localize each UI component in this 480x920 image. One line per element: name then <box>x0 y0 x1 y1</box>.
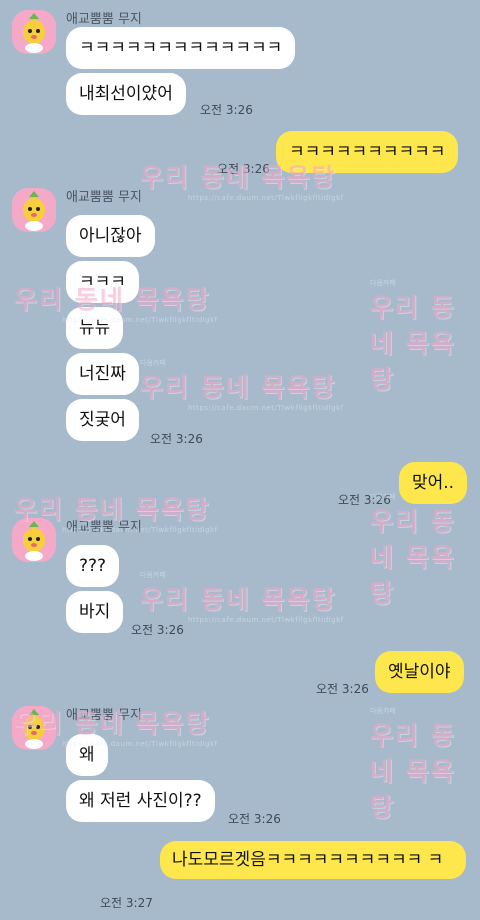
message-timestamp: 오전 3:26 <box>338 493 391 507</box>
sender-avatar[interactable] <box>12 518 56 562</box>
chat-area: 애교뿜뿜 무지 ㅋㅋㅋㅋㅋㅋㅋㅋㅋㅋㅋㅋㅋ 내최선이얐어 오전 3:26 ㅋㅋㅋ… <box>0 0 480 920</box>
message-bubble[interactable]: 아니잖아 <box>66 215 155 257</box>
message-timestamp: 오전 3:26 <box>316 682 369 696</box>
message-timestamp: 오전 3:27 <box>100 896 153 910</box>
watermark-title: 우리 동네 목욕탕 <box>140 373 337 402</box>
sender-name: 애교뿜뿜 무지 <box>66 190 142 205</box>
watermark-title: 우리 동네 목욕탕 <box>140 585 337 614</box>
message-timestamp: 오전 3:26 <box>217 162 270 176</box>
cafe-watermark: 다음카페 우리 동네 목욕탕 <box>370 706 480 824</box>
message-bubble[interactable]: 너진짜 <box>66 353 139 395</box>
watermark-url: https://cafe.daum.net/Tlwkfllgkfltidlgkf <box>188 194 344 202</box>
cafe-watermark: 다음카페 우리 동네 목욕탕 https://cafe.daum.net/Tlw… <box>140 570 344 624</box>
muzi-character-icon <box>12 706 56 750</box>
my-message-bubble[interactable]: 맞어.. <box>399 462 468 504</box>
cafe-watermark: 다음카페 우리 동네 목욕탕 https://cafe.daum.net/Tlw… <box>140 358 344 412</box>
muzi-character-icon <box>12 518 56 562</box>
my-message-bubble[interactable]: ㅋㅋㅋㅋㅋㅋㅋㅋㅋㅋ <box>276 131 459 173</box>
sender-name: 애교뿜뿜 무지 <box>66 708 142 723</box>
watermark-label: 다음카페 <box>370 707 396 715</box>
watermark-label: 다음카페 <box>140 571 166 579</box>
my-message-bubble[interactable]: 옛날이야 <box>375 651 464 693</box>
sender-name: 애교뿜뿜 무지 <box>66 12 142 27</box>
cafe-watermark: 다음카페 우리 동네 목욕탕 <box>370 492 480 610</box>
watermark-label: 다음카페 <box>140 359 166 367</box>
sender-avatar[interactable] <box>12 10 56 54</box>
message-bubble[interactable]: ㅋㅋㅋㅋㅋㅋㅋㅋㅋㅋㅋㅋㅋ <box>66 27 296 69</box>
watermark-title: 우리 동네 목욕탕 <box>370 293 456 394</box>
message-bubble[interactable]: ㅋㅋㅋ <box>66 261 139 303</box>
message-bubble[interactable]: 뉴뉴 <box>66 307 124 349</box>
message-bubble[interactable]: 왜 <box>66 734 108 776</box>
message-bubble[interactable]: 바지 <box>66 591 124 633</box>
cafe-watermark: 다음카페 우리 동네 목욕탕 <box>370 278 480 396</box>
message-timestamp: 오전 3:26 <box>150 432 203 446</box>
watermark-title: 우리 동네 목욕탕 <box>370 721 456 822</box>
watermark-title: 우리 동네 목욕탕 <box>370 507 456 608</box>
sender-avatar[interactable] <box>12 706 56 750</box>
message-timestamp: 오전 3:26 <box>228 812 281 826</box>
message-timestamp: 오전 3:26 <box>200 103 253 117</box>
watermark-url: https://cafe.daum.net/Tlwkfllgkfltidlgkf <box>188 616 344 624</box>
message-bubble[interactable]: 왜 저런 사진이?? <box>66 780 215 822</box>
message-bubble[interactable]: 내최선이얐어 <box>66 73 186 115</box>
message-bubble[interactable]: ??? <box>66 545 120 587</box>
muzi-character-icon <box>12 188 56 232</box>
message-timestamp: 오전 3:26 <box>131 623 184 637</box>
message-bubble[interactable]: 짓궂어 <box>66 399 139 441</box>
muzi-character-icon <box>12 10 56 54</box>
watermark-label: 다음카페 <box>370 279 396 287</box>
sender-name: 애교뿜뿜 무지 <box>66 520 142 535</box>
watermark-url: https://cafe.daum.net/Tlwkfllgkfltidlgkf <box>188 404 344 412</box>
sender-avatar[interactable] <box>12 188 56 232</box>
my-message-bubble[interactable]: 나도모르겟음ㅋㅋㅋㅋㅋㅋㅋㅋㅋㅋ ㅋ <box>160 841 466 879</box>
